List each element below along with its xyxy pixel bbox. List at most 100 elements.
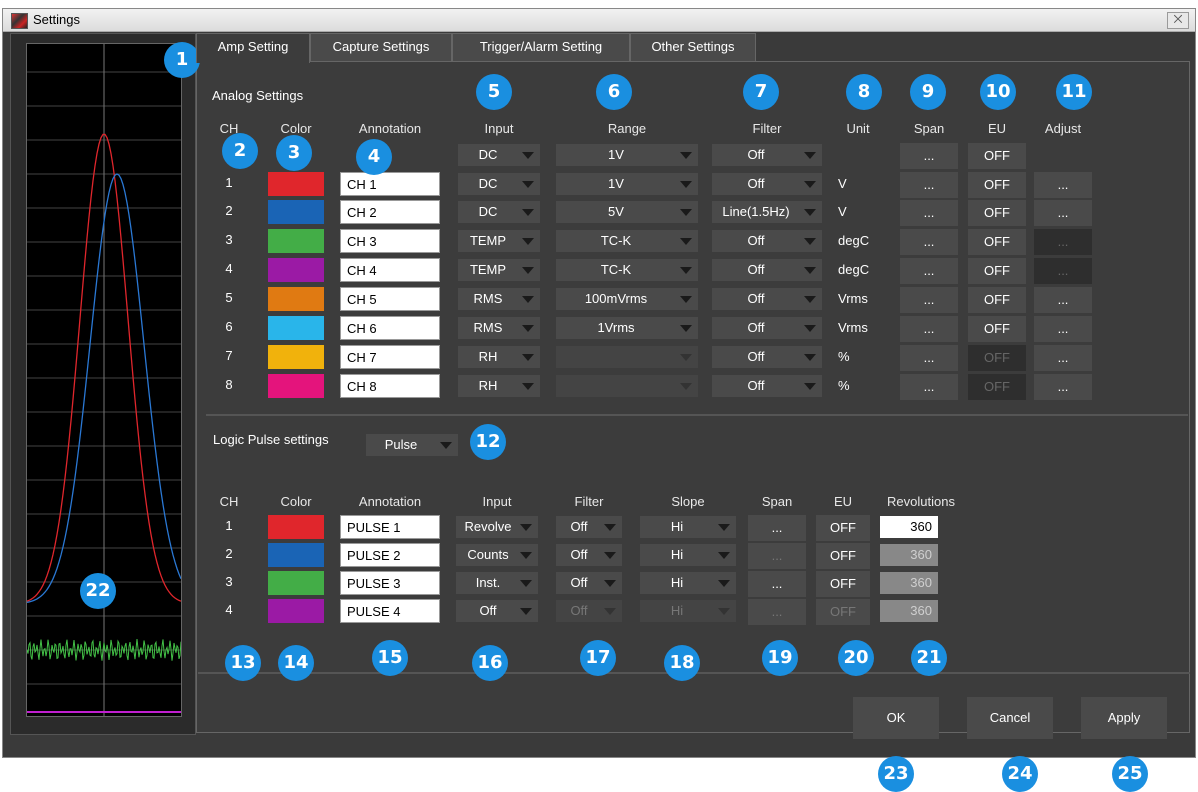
logic-span-button[interactable]: ... xyxy=(748,599,806,625)
analog-annotation-input[interactable]: CH 2 xyxy=(340,200,440,224)
analog-range-dropdown[interactable] xyxy=(556,375,698,397)
analog-adjust-button[interactable]: ... xyxy=(1034,200,1092,226)
logic-input-dropdown[interactable]: Inst. xyxy=(456,572,538,594)
analog-adjust-button[interactable]: ... xyxy=(1034,345,1092,371)
logic-eu-button[interactable]: OFF xyxy=(816,543,870,569)
analog-annotation-input[interactable]: CH 6 xyxy=(340,316,440,340)
cancel-button[interactable]: Cancel xyxy=(967,697,1053,739)
analog-input-dropdown[interactable]: RH xyxy=(458,346,540,368)
tab-other-settings[interactable]: Other Settings xyxy=(630,33,756,61)
analog-range-dropdown[interactable]: 1V xyxy=(556,173,698,195)
analog-color-swatch[interactable] xyxy=(268,172,324,196)
analog-range-dropdown[interactable] xyxy=(556,346,698,368)
analog-filter-dropdown[interactable]: Off xyxy=(712,317,822,339)
analog-filter-dropdown[interactable]: Line(1.5Hz) xyxy=(712,201,822,223)
analog-span-button[interactable]: ... xyxy=(900,258,958,284)
all-span-button[interactable]: ... xyxy=(900,143,958,169)
logic-slope-dropdown[interactable]: Hi xyxy=(640,544,736,566)
all-eu-button[interactable]: OFF xyxy=(968,143,1026,169)
logic-annotation-input[interactable]: PULSE 2 xyxy=(340,543,440,567)
logic-input-dropdown[interactable]: Off xyxy=(456,600,538,622)
analog-eu-button[interactable]: OFF xyxy=(968,172,1026,198)
analog-span-button[interactable]: ... xyxy=(900,374,958,400)
tab-trigger-alarm-setting[interactable]: Trigger/Alarm Setting xyxy=(452,33,630,61)
logic-eu-button[interactable]: OFF xyxy=(816,571,870,597)
analog-filter-dropdown[interactable]: Off xyxy=(712,230,822,252)
analog-eu-button[interactable]: OFF xyxy=(968,258,1026,284)
analog-eu-button[interactable]: OFF xyxy=(968,316,1026,342)
analog-span-button[interactable]: ... xyxy=(900,287,958,313)
logic-span-button[interactable]: ... xyxy=(748,543,806,569)
analog-annotation-input[interactable]: CH 4 xyxy=(340,258,440,282)
all-range-dropdown[interactable]: 1V xyxy=(556,144,698,166)
logic-revolutions-input[interactable]: 360 xyxy=(880,516,938,538)
analog-range-dropdown[interactable]: TC-K xyxy=(556,259,698,281)
logic-revolutions-input[interactable]: 360 xyxy=(880,572,938,594)
logic-annotation-input[interactable]: PULSE 4 xyxy=(340,599,440,623)
analog-filter-dropdown[interactable]: Off xyxy=(712,346,822,368)
analog-input-dropdown[interactable]: DC xyxy=(458,201,540,223)
analog-annotation-input[interactable]: CH 7 xyxy=(340,345,440,369)
analog-filter-dropdown[interactable]: Off xyxy=(712,173,822,195)
logic-color-swatch[interactable] xyxy=(268,543,324,567)
analog-adjust-button[interactable]: ... xyxy=(1034,229,1092,255)
logic-span-button[interactable]: ... xyxy=(748,571,806,597)
analog-filter-dropdown[interactable]: Off xyxy=(712,288,822,310)
all-input-dropdown[interactable]: DC xyxy=(458,144,540,166)
logic-revolutions-input[interactable]: 360 xyxy=(880,544,938,566)
analog-color-swatch[interactable] xyxy=(268,258,324,282)
analog-input-dropdown[interactable]: RMS xyxy=(458,317,540,339)
logic-slope-dropdown[interactable]: Hi xyxy=(640,516,736,538)
tab-amp-setting[interactable]: Amp Setting xyxy=(196,33,310,63)
logic-span-button[interactable]: ... xyxy=(748,515,806,541)
logic-color-swatch[interactable] xyxy=(268,571,324,595)
analog-range-dropdown[interactable]: 100mVrms xyxy=(556,288,698,310)
analog-adjust-button[interactable]: ... xyxy=(1034,287,1092,313)
analog-color-swatch[interactable] xyxy=(268,374,324,398)
analog-eu-button[interactable]: OFF xyxy=(968,345,1026,371)
logic-slope-dropdown[interactable]: Hi xyxy=(640,600,736,622)
logic-filter-dropdown[interactable]: Off xyxy=(556,544,622,566)
analog-eu-button[interactable]: OFF xyxy=(968,374,1026,400)
logic-slope-dropdown[interactable]: Hi xyxy=(640,572,736,594)
analog-filter-dropdown[interactable]: Off xyxy=(712,375,822,397)
logic-eu-button[interactable]: OFF xyxy=(816,515,870,541)
analog-eu-button[interactable]: OFF xyxy=(968,200,1026,226)
analog-input-dropdown[interactable]: RH xyxy=(458,375,540,397)
analog-filter-dropdown[interactable]: Off xyxy=(712,259,822,281)
logic-filter-dropdown[interactable]: Off xyxy=(556,600,622,622)
tab-capture-settings[interactable]: Capture Settings xyxy=(310,33,452,61)
analog-color-swatch[interactable] xyxy=(268,345,324,369)
analog-input-dropdown[interactable]: RMS xyxy=(458,288,540,310)
analog-eu-button[interactable]: OFF xyxy=(968,229,1026,255)
analog-range-dropdown[interactable]: 1Vrms xyxy=(556,317,698,339)
analog-adjust-button[interactable]: ... xyxy=(1034,258,1092,284)
analog-annotation-input[interactable]: CH 8 xyxy=(340,374,440,398)
analog-annotation-input[interactable]: CH 3 xyxy=(340,229,440,253)
analog-span-button[interactable]: ... xyxy=(900,229,958,255)
logic-revolutions-input[interactable]: 360 xyxy=(880,600,938,622)
analog-input-dropdown[interactable]: DC xyxy=(458,173,540,195)
analog-eu-button[interactable]: OFF xyxy=(968,287,1026,313)
analog-input-dropdown[interactable]: TEMP xyxy=(458,259,540,281)
logic-annotation-input[interactable]: PULSE 3 xyxy=(340,571,440,595)
logic-input-dropdown[interactable]: Counts xyxy=(456,544,538,566)
logic-filter-dropdown[interactable]: Off xyxy=(556,516,622,538)
logic-mode-dropdown[interactable]: Pulse xyxy=(366,434,458,456)
analog-color-swatch[interactable] xyxy=(268,229,324,253)
all-filter-dropdown[interactable]: Off xyxy=(712,144,822,166)
logic-annotation-input[interactable]: PULSE 1 xyxy=(340,515,440,539)
analog-adjust-button[interactable]: ... xyxy=(1034,374,1092,400)
close-icon[interactable]: ⨉ xyxy=(1167,12,1189,29)
analog-annotation-input[interactable]: CH 5 xyxy=(340,287,440,311)
ok-button[interactable]: OK xyxy=(853,697,939,739)
analog-span-button[interactable]: ... xyxy=(900,200,958,226)
logic-input-dropdown[interactable]: Revolve xyxy=(456,516,538,538)
logic-color-swatch[interactable] xyxy=(268,515,324,539)
analog-input-dropdown[interactable]: TEMP xyxy=(458,230,540,252)
analog-span-button[interactable]: ... xyxy=(900,316,958,342)
analog-adjust-button[interactable]: ... xyxy=(1034,172,1092,198)
logic-color-swatch[interactable] xyxy=(268,599,324,623)
analog-color-swatch[interactable] xyxy=(268,316,324,340)
analog-adjust-button[interactable]: ... xyxy=(1034,316,1092,342)
